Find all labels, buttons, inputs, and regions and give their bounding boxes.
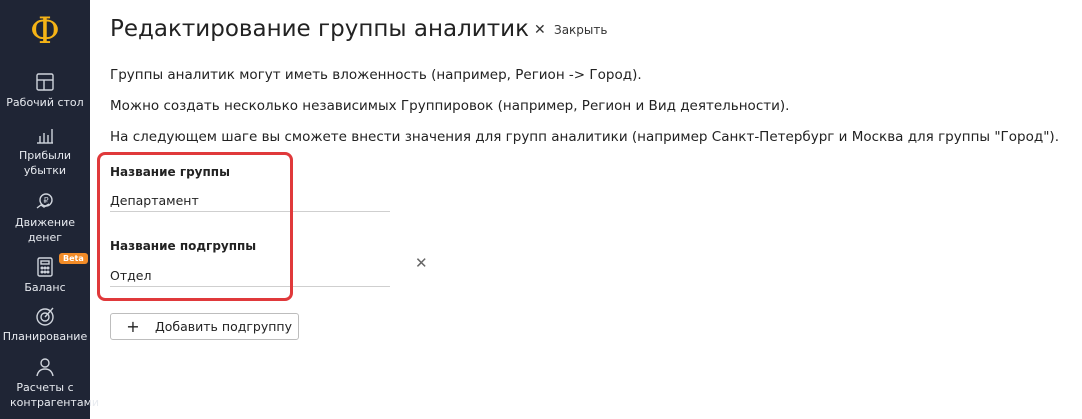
sidebar-item-label: Баланс <box>24 281 66 294</box>
dashboard-icon <box>36 73 54 91</box>
sidebar-item-label: Планирование <box>2 330 88 343</box>
sidebar-item-planning[interactable]: Планирование <box>0 305 90 344</box>
description-line-2: Можно создать несколько независимых Груп… <box>110 98 790 114</box>
app-logo[interactable]: Ф <box>0 14 90 50</box>
description-line-3: На следующем шаге вы сможете внести знач… <box>110 129 1059 145</box>
target-icon <box>36 307 54 326</box>
sidebar-item-label: Движение денег <box>15 216 76 244</box>
beta-badge: Beta <box>59 253 88 264</box>
description-line-1: Группы аналитик могут иметь вложенность … <box>110 67 642 83</box>
bar-chart-icon <box>37 129 53 144</box>
sidebar-item-label: Прибыли убытки <box>18 149 72 177</box>
calculator-icon <box>37 257 53 277</box>
close-button[interactable]: Закрыть <box>554 23 607 37</box>
sidebar-item-dashboard[interactable]: Рабочий стол <box>0 71 90 110</box>
sidebar-item-profit-loss[interactable]: Прибыли убытки <box>0 124 90 178</box>
sidebar-item-balance[interactable]: Beta Баланс <box>0 253 90 295</box>
page-title: Редактирование группы аналитик <box>110 16 529 42</box>
plus-icon: + <box>126 317 140 336</box>
add-subgroup-button[interactable]: + Добавить подгруппу <box>110 313 299 340</box>
add-subgroup-label: Добавить подгруппу <box>155 319 292 334</box>
money-flow-icon: ₽ <box>36 193 53 209</box>
sidebar-item-label: Расчеты с контрагентами <box>10 381 100 409</box>
close-icon[interactable]: ✕ <box>534 22 546 38</box>
svg-text:₽: ₽ <box>44 196 49 205</box>
sidebar: Ф Рабочий стол Прибыли убытки ₽ Движение… <box>0 0 100 419</box>
sidebar-item-label: Рабочий стол <box>6 96 84 109</box>
people-icon <box>36 358 54 377</box>
sidebar-item-counterparties[interactable]: Расчеты с контрагентами <box>0 356 100 410</box>
sidebar-item-cash-flow[interactable]: ₽ Движение денег <box>0 191 90 245</box>
highlight-frame <box>97 152 293 301</box>
remove-subgroup-icon[interactable]: ✕ <box>415 254 428 272</box>
